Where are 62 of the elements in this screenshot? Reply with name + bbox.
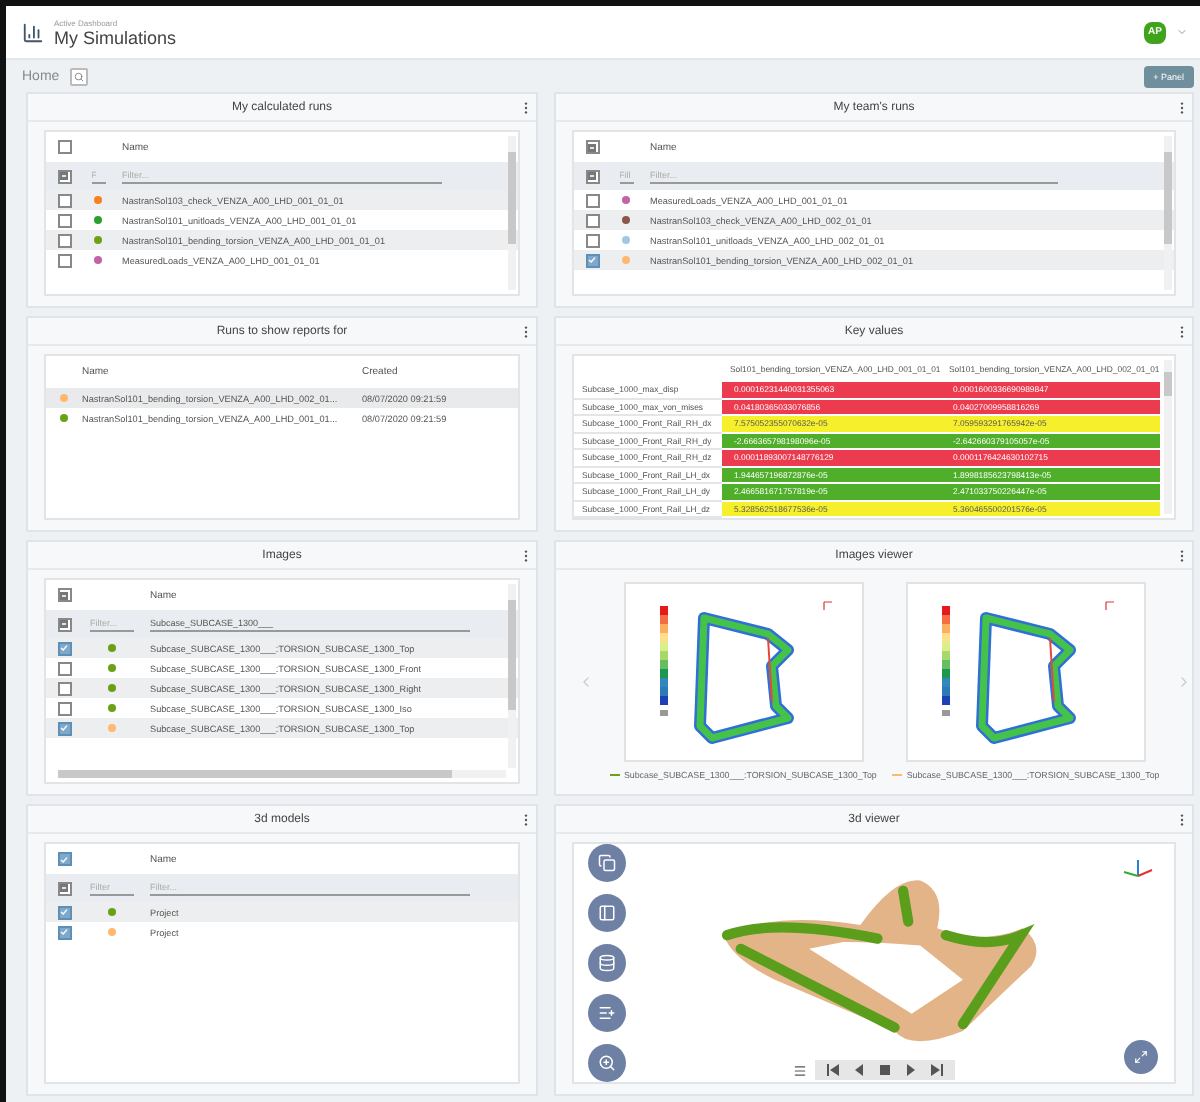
checkmark-icon <box>60 928 68 936</box>
checkbox[interactable] <box>57 661 71 675</box>
expand-icon <box>1134 1050 1148 1064</box>
checkbox[interactable] <box>57 881 71 895</box>
dash-icon <box>588 172 596 180</box>
tool-button[interactable] <box>588 844 626 882</box>
menu-icon[interactable] <box>793 1063 807 1077</box>
tool-button[interactable] <box>588 994 626 1032</box>
checkbox[interactable] <box>57 213 71 227</box>
tool-button[interactable] <box>588 894 626 932</box>
checkbox[interactable] <box>585 193 599 207</box>
step-back-icon[interactable] <box>853 1064 865 1076</box>
checkmark-icon <box>60 855 68 863</box>
play-icon[interactable] <box>905 1064 917 1076</box>
checkbox[interactable] <box>57 588 71 602</box>
dash-icon <box>60 620 68 628</box>
checkbox[interactable] <box>57 681 71 695</box>
scrollbar[interactable] <box>58 770 506 778</box>
scrollbar[interactable] <box>1164 136 1172 290</box>
checkbox[interactable] <box>585 140 599 154</box>
chart-icon <box>22 21 44 43</box>
fullscreen-button[interactable] <box>1124 1040 1158 1074</box>
dash-icon <box>60 884 68 892</box>
checkbox[interactable] <box>585 213 599 227</box>
checkbox[interactable] <box>57 905 71 919</box>
zoom-icon <box>598 1054 616 1072</box>
scrollbar[interactable] <box>508 584 516 768</box>
search-icon <box>73 71 84 81</box>
checkbox[interactable] <box>57 169 71 183</box>
checkbox[interactable] <box>57 641 71 655</box>
dash-icon <box>60 172 68 180</box>
checkmark-icon <box>60 644 68 652</box>
checkmark-icon <box>60 724 68 732</box>
viewer-canvas[interactable] <box>572 842 1176 1084</box>
dash-icon <box>60 591 68 599</box>
checkbox[interactable] <box>57 617 71 631</box>
checkbox[interactable] <box>57 925 71 939</box>
layers-icon <box>598 954 616 972</box>
checkbox[interactable] <box>57 701 71 715</box>
checkbox[interactable] <box>585 169 599 183</box>
panel-icon <box>598 904 616 922</box>
search-button[interactable] <box>69 67 88 85</box>
last-frame-icon[interactable] <box>931 1064 943 1076</box>
checkmark-icon <box>588 256 596 264</box>
tool-button[interactable] <box>588 1044 626 1082</box>
checkbox[interactable] <box>57 852 71 866</box>
checkbox[interactable] <box>57 721 71 735</box>
checkbox[interactable] <box>585 253 599 267</box>
checkbox[interactable] <box>57 233 71 247</box>
checkbox[interactable] <box>585 233 599 247</box>
copy-icon <box>598 854 616 872</box>
page-title: My Simulations <box>54 27 177 47</box>
dash-icon <box>588 143 596 151</box>
list-icon <box>598 1004 616 1022</box>
checkbox[interactable] <box>57 193 71 207</box>
checkbox[interactable] <box>57 140 71 154</box>
first-frame-icon[interactable] <box>827 1064 839 1076</box>
checkmark-icon <box>60 908 68 916</box>
tool-button[interactable] <box>588 944 626 982</box>
checkbox[interactable] <box>57 253 71 267</box>
scrollbar[interactable] <box>508 136 516 290</box>
stop-icon[interactable] <box>879 1064 891 1076</box>
